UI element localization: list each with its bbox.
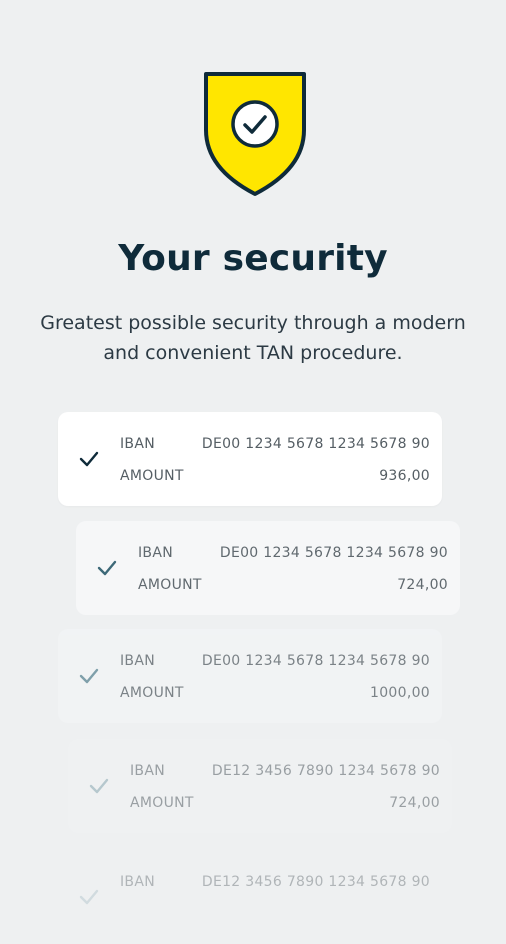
iban-label: IBAN — [120, 874, 155, 890]
iban-value: DE12 3456 7890 1234 5678 90 — [201, 874, 430, 890]
amount-label: AMOUNT — [120, 685, 184, 701]
amount-label: AMOUNT — [138, 577, 202, 593]
checkmark-icon — [79, 451, 99, 467]
amount-label: AMOUNT — [120, 468, 184, 484]
amount-value: 724,00 — [389, 795, 440, 811]
transaction-card: IBAN DE12 3456 7890 1234 5678 90 — [58, 850, 442, 944]
checkmark-icon — [79, 668, 99, 684]
iban-value: DE00 1234 5678 1234 5678 90 — [201, 436, 430, 452]
page-subtitle: Greatest possible security through a mod… — [40, 312, 466, 364]
transaction-card: IBAN DE12 3456 7890 1234 5678 90 AMOUNT … — [68, 739, 452, 833]
checkmark-icon — [79, 889, 99, 905]
iban-label: IBAN — [138, 545, 173, 561]
transaction-card: IBAN DE00 1234 5678 1234 5678 90 AMOUNT … — [76, 521, 460, 615]
amount-label: AMOUNT — [130, 795, 194, 811]
checkmark-icon — [89, 778, 109, 794]
transaction-card: IBAN DE00 1234 5678 1234 5678 90 AMOUNT … — [58, 629, 442, 723]
page-title: Your security — [118, 238, 388, 279]
iban-label: IBAN — [120, 436, 155, 452]
iban-value: DE00 1234 5678 1234 5678 90 — [219, 545, 448, 561]
transaction-card: IBAN DE00 1234 5678 1234 5678 90 AMOUNT … — [58, 412, 442, 506]
iban-label: IBAN — [120, 653, 155, 669]
iban-value: DE00 1234 5678 1234 5678 90 — [201, 653, 430, 669]
checkmark-icon — [97, 560, 117, 576]
shield-check-icon — [204, 72, 306, 196]
amount-value: 724,00 — [397, 577, 448, 593]
amount-value: 1000,00 — [370, 685, 430, 701]
iban-label: IBAN — [130, 763, 165, 779]
amount-value: 936,00 — [379, 468, 430, 484]
iban-value: DE12 3456 7890 1234 5678 90 — [211, 763, 440, 779]
